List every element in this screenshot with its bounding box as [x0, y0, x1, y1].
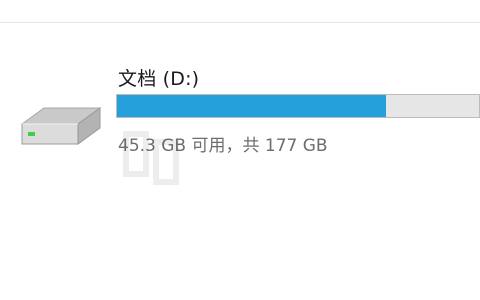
watermark-logo [123, 131, 179, 185]
divider [0, 22, 480, 23]
capacity-bar [116, 94, 480, 118]
hard-drive-icon [16, 102, 106, 154]
capacity-bar-fill [117, 95, 387, 117]
drive-name-label: 文档 (D:) [118, 68, 200, 90]
drive-tile-d[interactable]: 文档 (D:) 45.3 GB 可用，共 177 GB [0, 40, 480, 180]
this-pc-drives-view: 文档 (D:) 45.3 GB 可用，共 177 GB [0, 0, 480, 300]
